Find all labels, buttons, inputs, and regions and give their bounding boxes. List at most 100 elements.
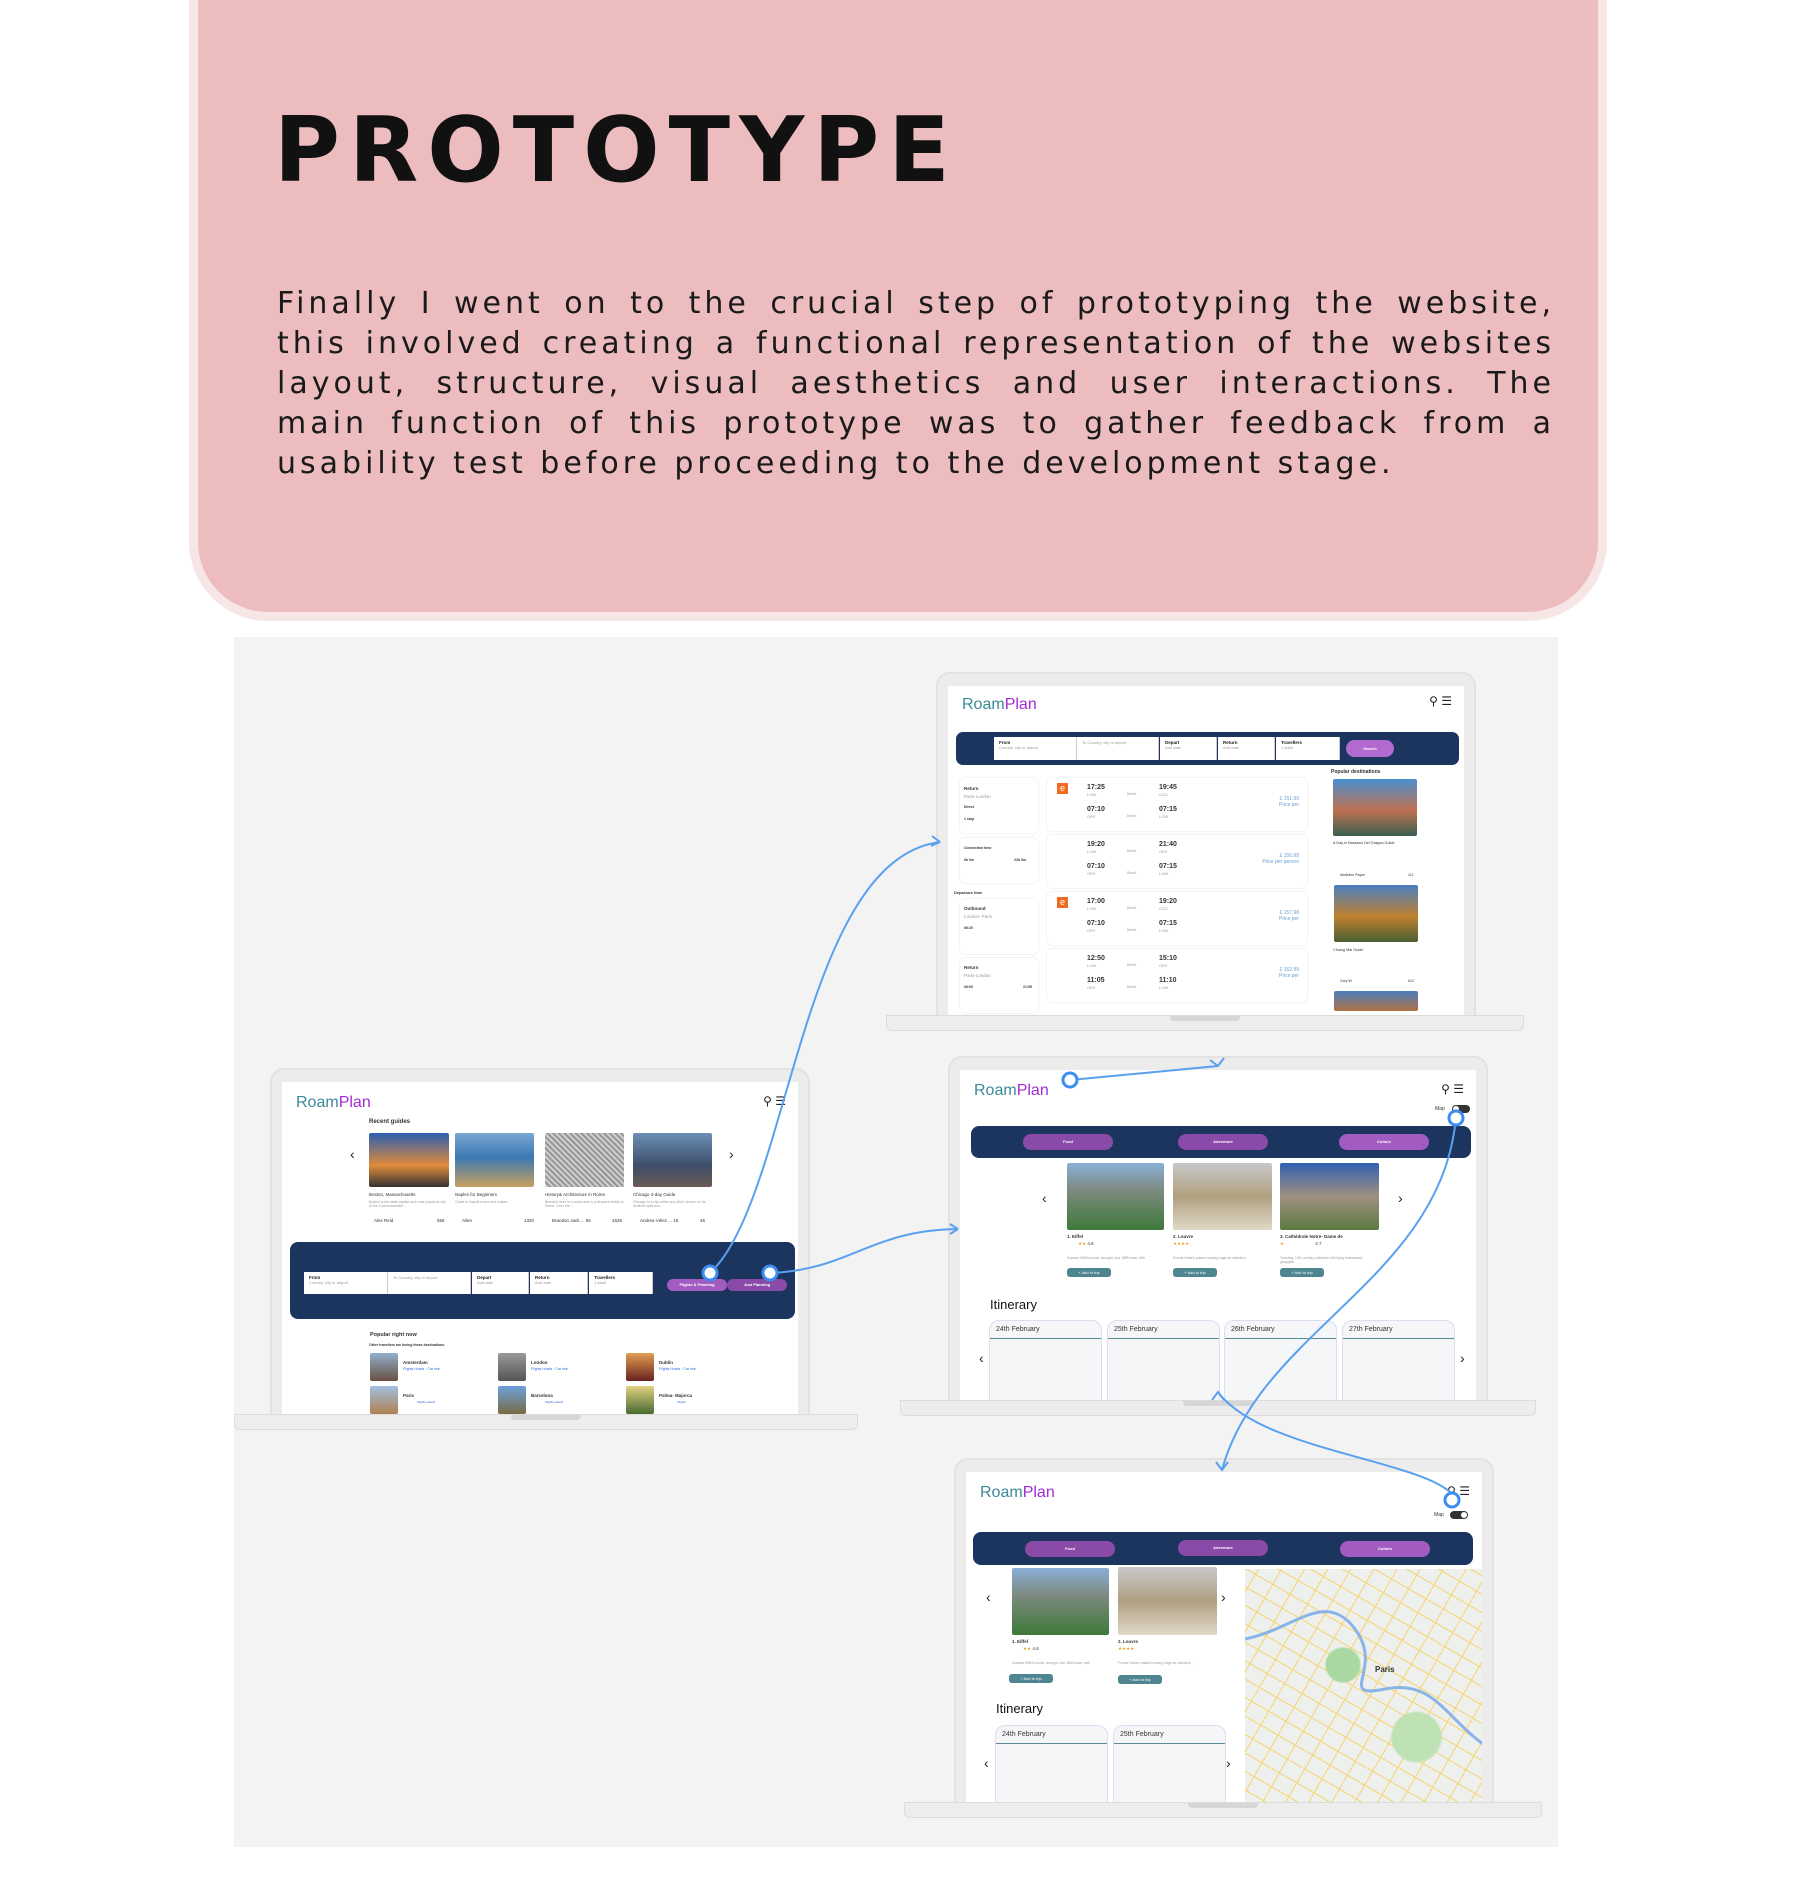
itinerary-day[interactable]: 27th February bbox=[1342, 1320, 1455, 1400]
category-culture[interactable]: Culture bbox=[1339, 1134, 1429, 1150]
logo[interactable]: RoamPlan bbox=[962, 696, 1037, 714]
chevron-left-icon[interactable]: ‹ bbox=[979, 1350, 984, 1366]
destination-links[interactable]: Flights Hotels · Car hire bbox=[531, 1367, 568, 1371]
one-stop-option[interactable]: 1 stop bbox=[964, 817, 974, 821]
itinerary-day[interactable]: 24th February bbox=[989, 1320, 1102, 1400]
chevron-left-icon[interactable]: ‹ bbox=[984, 1755, 989, 1771]
destination-image[interactable] bbox=[370, 1353, 398, 1381]
place-name[interactable]: 2. Louvre bbox=[1118, 1639, 1138, 1644]
category-adventure[interactable]: Adventure bbox=[1178, 1540, 1268, 1556]
add-to-trip-button[interactable]: + Add to trip bbox=[1280, 1268, 1324, 1277]
flights-planning-button[interactable]: Flights & Planning bbox=[667, 1279, 727, 1291]
destination-name[interactable]: Dublin bbox=[659, 1360, 673, 1365]
search-icon[interactable]: ⚲ bbox=[1441, 1082, 1450, 1096]
destination-name[interactable]: Barcelona bbox=[531, 1393, 553, 1398]
destination-image[interactable] bbox=[1334, 991, 1418, 1011]
just-planning-button[interactable]: Just Planning bbox=[727, 1279, 787, 1291]
add-to-trip-button[interactable]: + Add to trip bbox=[1067, 1268, 1111, 1277]
destination-image[interactable] bbox=[626, 1353, 654, 1381]
category-food[interactable]: Food bbox=[1023, 1134, 1113, 1150]
chevron-right-icon[interactable]: › bbox=[1221, 1589, 1226, 1605]
place-image[interactable] bbox=[1280, 1163, 1379, 1230]
return-field[interactable]: Return Add date bbox=[1218, 737, 1275, 760]
search-icon[interactable]: ⚲ bbox=[1447, 1484, 1456, 1498]
itinerary-day[interactable]: 26th February bbox=[1224, 1320, 1337, 1400]
category-culture[interactable]: Culture bbox=[1340, 1541, 1430, 1557]
category-adventure[interactable]: Adventure bbox=[1178, 1134, 1268, 1150]
destination-name[interactable]: London bbox=[531, 1360, 548, 1365]
chevron-right-icon[interactable]: › bbox=[729, 1146, 734, 1162]
destination-image[interactable] bbox=[1333, 779, 1417, 836]
itinerary-day[interactable]: 25th February bbox=[1113, 1725, 1226, 1802]
logo[interactable]: RoamPlan bbox=[974, 1082, 1049, 1100]
travellers-field[interactable]: Travellers 1 Adult bbox=[589, 1272, 653, 1294]
guide-title[interactable]: History& Architecture in Rome bbox=[545, 1192, 605, 1197]
destination-image[interactable] bbox=[626, 1386, 654, 1414]
place-name[interactable]: 2. Louvre bbox=[1173, 1234, 1193, 1239]
guide-title[interactable]: Chicago 4-day Guide bbox=[633, 1192, 675, 1197]
destination-image[interactable] bbox=[1334, 885, 1418, 942]
destination-image[interactable] bbox=[498, 1353, 526, 1381]
search-icon[interactable]: ⚲ bbox=[763, 1094, 772, 1108]
flight-result-card[interactable]: 19:20 LGW 21:40 ORY 07:10 ORY 07:15 LGW Direct Di… bbox=[1047, 835, 1307, 888]
guide-title[interactable]: Boston, Massachusetts bbox=[369, 1192, 416, 1197]
place-image[interactable] bbox=[1067, 1163, 1164, 1230]
from-field[interactable]: From Country, city or airport bbox=[994, 737, 1077, 760]
hamburger-menu-icon[interactable]: ☰ bbox=[1453, 1082, 1464, 1096]
return-field[interactable]: Return Add date bbox=[530, 1272, 588, 1294]
destination-links[interactable]: Flights Hotels bbox=[545, 1400, 563, 1404]
place-name[interactable]: 3. Cathédrale Notre- Dame de bbox=[1280, 1234, 1343, 1239]
chevron-right-icon[interactable]: › bbox=[1398, 1190, 1403, 1206]
destination-links[interactable]: Flights Hotels bbox=[417, 1400, 435, 1404]
search-button[interactable]: Search bbox=[1346, 740, 1394, 757]
flight-result-card[interactable]: 12:50 LGW 15:10 ORY 11:05 ORY 11:10 LGW Direct Di… bbox=[1047, 949, 1307, 1002]
map-toggle[interactable] bbox=[1450, 1511, 1468, 1519]
hamburger-menu-icon[interactable]: ☰ bbox=[1441, 694, 1452, 708]
to-field[interactable]: To Country, city or airport bbox=[388, 1272, 471, 1294]
travellers-field[interactable]: Travellers 1 Adult bbox=[1276, 737, 1340, 760]
flight-result-card[interactable]: 17:25 LGW 19:45 CDG 07:10 ORY 07:15 LGW Direct Di… bbox=[1047, 778, 1307, 831]
destination-links[interactable]: Flights bbox=[677, 1400, 686, 1404]
from-field[interactable]: From Country, city or airport bbox=[304, 1272, 388, 1294]
chevron-left-icon[interactable]: ‹ bbox=[350, 1146, 355, 1162]
destination-name[interactable]: Amsterdam bbox=[403, 1360, 428, 1365]
guide-title[interactable]: Naples for Beginners bbox=[455, 1192, 497, 1197]
place-image[interactable] bbox=[1173, 1163, 1272, 1230]
add-to-trip-button[interactable]: + Add to trip bbox=[1118, 1675, 1162, 1684]
destination-links[interactable]: Flights Hotels · Car hire bbox=[659, 1367, 696, 1371]
destination-name[interactable]: Paris bbox=[403, 1393, 414, 1398]
depart-field[interactable]: Depart Add date bbox=[1160, 737, 1217, 760]
destination-name[interactable]: Palma- Majorca bbox=[659, 1393, 692, 1398]
logo[interactable]: RoamPlan bbox=[296, 1094, 371, 1112]
itinerary-day[interactable]: 24th February bbox=[995, 1725, 1108, 1802]
chevron-left-icon[interactable]: ‹ bbox=[1042, 1190, 1047, 1206]
depart-field[interactable]: Depart Add date bbox=[472, 1272, 529, 1294]
itinerary-day[interactable]: 25th February bbox=[1107, 1320, 1220, 1400]
destination-image[interactable] bbox=[370, 1386, 398, 1414]
search-icon[interactable]: ⚲ bbox=[1429, 694, 1438, 708]
chevron-right-icon[interactable]: › bbox=[1460, 1350, 1465, 1366]
add-to-trip-button[interactable]: + Add to trip bbox=[1173, 1268, 1217, 1277]
dest-guide-title[interactable]: A Day in Bassano Del Grappa Guide bbox=[1333, 841, 1395, 845]
to-field[interactable]: To Country, city or airport bbox=[1077, 737, 1159, 760]
chevron-left-icon[interactable]: ‹ bbox=[986, 1589, 991, 1605]
guide-image[interactable] bbox=[545, 1133, 624, 1187]
guide-image[interactable] bbox=[455, 1133, 534, 1187]
direct-option[interactable]: Direct bbox=[964, 805, 974, 809]
guide-image[interactable] bbox=[369, 1133, 449, 1187]
add-to-trip-button[interactable]: + Add to trip bbox=[1009, 1674, 1053, 1683]
place-name[interactable]: 1. Eiffel bbox=[1012, 1639, 1028, 1644]
chevron-right-icon[interactable]: › bbox=[1226, 1755, 1231, 1771]
flight-result-card[interactable]: 17:00 LGW 19:20 CDG 07:10 ORY 07:15 LGW Direct Di… bbox=[1047, 892, 1307, 945]
guide-image[interactable] bbox=[633, 1133, 712, 1187]
destination-links[interactable]: Flights Hotels · Car hire bbox=[403, 1367, 440, 1371]
place-image[interactable] bbox=[1012, 1568, 1109, 1635]
map-toggle[interactable] bbox=[1452, 1105, 1470, 1113]
category-food[interactable]: Food bbox=[1025, 1541, 1115, 1557]
map-view[interactable]: Paris bbox=[1245, 1569, 1482, 1802]
destination-image[interactable] bbox=[498, 1386, 526, 1414]
logo[interactable]: RoamPlan bbox=[980, 1484, 1055, 1502]
place-name[interactable]: 1. Eiffel bbox=[1067, 1234, 1083, 1239]
place-image[interactable] bbox=[1118, 1567, 1217, 1635]
dest-guide-title[interactable]: Chiang Mai Guide bbox=[1333, 948, 1363, 952]
